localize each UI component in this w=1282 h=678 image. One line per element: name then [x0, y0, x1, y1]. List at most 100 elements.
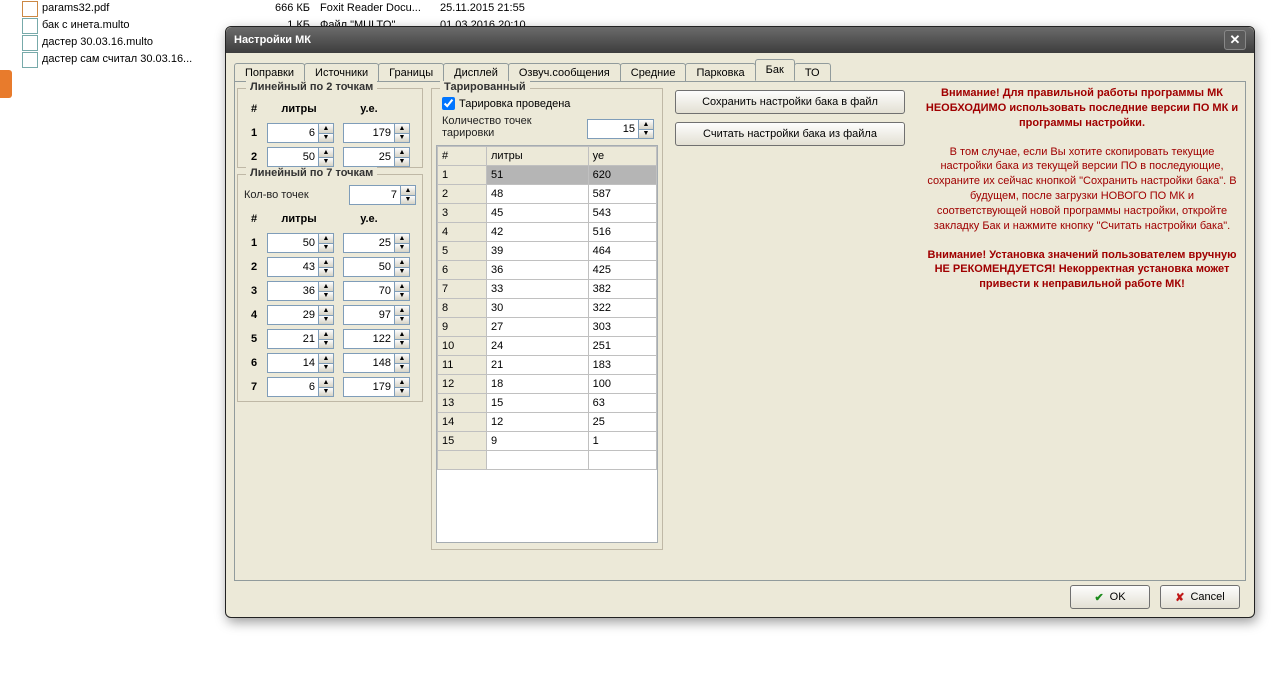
value-spinner[interactable]: ▲▼ [343, 123, 410, 143]
value-input[interactable] [344, 378, 394, 396]
cell-litres[interactable]: 39 [487, 242, 589, 261]
spin-up-icon[interactable]: ▲ [395, 234, 409, 243]
spin-up-icon[interactable]: ▲ [639, 120, 653, 129]
spin-up-icon[interactable]: ▲ [395, 306, 409, 315]
file-row[interactable]: бак с инета.multo [22, 17, 192, 34]
cell-ue[interactable]: 516 [588, 223, 656, 242]
cell-ue[interactable]: 425 [588, 261, 656, 280]
spin-up-icon[interactable]: ▲ [395, 258, 409, 267]
spin-down-icon[interactable]: ▼ [395, 315, 409, 325]
cell-ue[interactable]: 100 [588, 375, 656, 394]
spin-down-icon[interactable]: ▼ [319, 387, 333, 397]
cell-ue[interactable]: 251 [588, 337, 656, 356]
table-row[interactable]: 345543 [438, 204, 657, 223]
value-input[interactable] [268, 124, 318, 142]
spin-down-icon[interactable]: ▼ [319, 339, 333, 349]
value-spinner[interactable]: ▲▼ [343, 305, 410, 325]
cell-litres[interactable]: 51 [487, 166, 589, 185]
load-tank-button[interactable]: Считать настройки бака из файла [675, 122, 905, 146]
value-input[interactable] [344, 330, 394, 348]
spin-up-icon[interactable]: ▲ [319, 378, 333, 387]
table-row[interactable]: 248587 [438, 185, 657, 204]
value-input[interactable] [268, 306, 318, 324]
spin-down-icon[interactable]: ▼ [395, 363, 409, 373]
value-spinner[interactable]: ▲▼ [267, 353, 334, 373]
tab-Источники[interactable]: Источники [304, 63, 379, 82]
value-spinner[interactable]: ▲▼ [267, 377, 334, 397]
tab-Границы[interactable]: Границы [378, 63, 444, 82]
cell-litres[interactable]: 24 [487, 337, 589, 356]
spin-down-icon[interactable]: ▼ [395, 243, 409, 253]
value-input[interactable] [268, 148, 318, 166]
value-input[interactable] [344, 354, 394, 372]
tab-Бак[interactable]: Бак [755, 59, 795, 81]
value-input[interactable] [268, 282, 318, 300]
linear7-count-spinner[interactable]: ▲▼ [349, 185, 416, 205]
spin-up-icon[interactable]: ▲ [319, 148, 333, 157]
spin-down-icon[interactable]: ▼ [401, 195, 415, 205]
value-spinner[interactable]: ▲▼ [343, 257, 410, 277]
cell-litres[interactable]: 48 [487, 185, 589, 204]
cell-ue[interactable]: 303 [588, 318, 656, 337]
spin-up-icon[interactable]: ▲ [319, 354, 333, 363]
value-input[interactable] [268, 378, 318, 396]
linear7-count-input[interactable] [350, 186, 400, 204]
value-spinner[interactable]: ▲▼ [267, 281, 334, 301]
cell-litres[interactable]: 36 [487, 261, 589, 280]
close-icon[interactable]: ✕ [1224, 30, 1246, 50]
spin-down-icon[interactable]: ▼ [395, 267, 409, 277]
cell-ue[interactable]: 543 [588, 204, 656, 223]
spin-down-icon[interactable]: ▼ [395, 133, 409, 143]
tab-Средние[interactable]: Средние [620, 63, 687, 82]
cell-litres[interactable]: 30 [487, 299, 589, 318]
table-row[interactable]: 1218100 [438, 375, 657, 394]
value-spinner[interactable]: ▲▼ [343, 353, 410, 373]
table-row[interactable]: 830322 [438, 299, 657, 318]
save-tank-button[interactable]: Сохранить настройки бака в файл [675, 90, 905, 114]
value-input[interactable] [344, 258, 394, 276]
tab-Дисплей[interactable]: Дисплей [443, 63, 509, 82]
table-row[interactable]: 151620 [438, 166, 657, 185]
value-input[interactable] [344, 234, 394, 252]
cell-ue[interactable]: 322 [588, 299, 656, 318]
cell-ue[interactable]: 620 [588, 166, 656, 185]
spin-up-icon[interactable]: ▲ [319, 234, 333, 243]
value-input[interactable] [344, 124, 394, 142]
cell-litres[interactable]: 12 [487, 413, 589, 432]
spin-down-icon[interactable]: ▼ [319, 133, 333, 143]
spin-up-icon[interactable]: ▲ [319, 330, 333, 339]
table-row[interactable] [438, 451, 657, 470]
table-row[interactable]: 636425 [438, 261, 657, 280]
value-input[interactable] [268, 234, 318, 252]
value-spinner[interactable]: ▲▼ [267, 257, 334, 277]
spin-down-icon[interactable]: ▼ [319, 363, 333, 373]
cell-litres[interactable]: 27 [487, 318, 589, 337]
value-input[interactable] [268, 330, 318, 348]
cell-litres[interactable]: 33 [487, 280, 589, 299]
cell-litres[interactable]: 15 [487, 394, 589, 413]
spin-up-icon[interactable]: ▲ [319, 306, 333, 315]
cell-ue[interactable]: 1 [588, 432, 656, 451]
spin-up-icon[interactable]: ▲ [319, 282, 333, 291]
tab-Поправки[interactable]: Поправки [234, 63, 305, 82]
cell-ue[interactable]: 382 [588, 280, 656, 299]
spin-up-icon[interactable]: ▲ [395, 124, 409, 133]
value-spinner[interactable]: ▲▼ [267, 147, 334, 167]
value-spinner[interactable]: ▲▼ [267, 123, 334, 143]
table-row[interactable]: 1121183 [438, 356, 657, 375]
file-row[interactable]: params32.pdf [22, 0, 192, 17]
table-row[interactable]: 442516 [438, 223, 657, 242]
cell-litres[interactable]: 9 [487, 432, 589, 451]
titlebar[interactable]: Настройки МК ✕ [226, 27, 1254, 53]
value-spinner[interactable]: ▲▼ [343, 377, 410, 397]
value-input[interactable] [344, 306, 394, 324]
value-spinner[interactable]: ▲▼ [343, 147, 410, 167]
spin-down-icon[interactable]: ▼ [395, 387, 409, 397]
tar-count-input[interactable] [588, 120, 638, 138]
file-row[interactable]: дастер 30.03.16.multo [22, 34, 192, 51]
cell-litres[interactable]: 45 [487, 204, 589, 223]
tar-done-input[interactable] [442, 97, 455, 110]
value-input[interactable] [344, 282, 394, 300]
cell-ue[interactable]: 25 [588, 413, 656, 432]
spin-up-icon[interactable]: ▲ [319, 124, 333, 133]
